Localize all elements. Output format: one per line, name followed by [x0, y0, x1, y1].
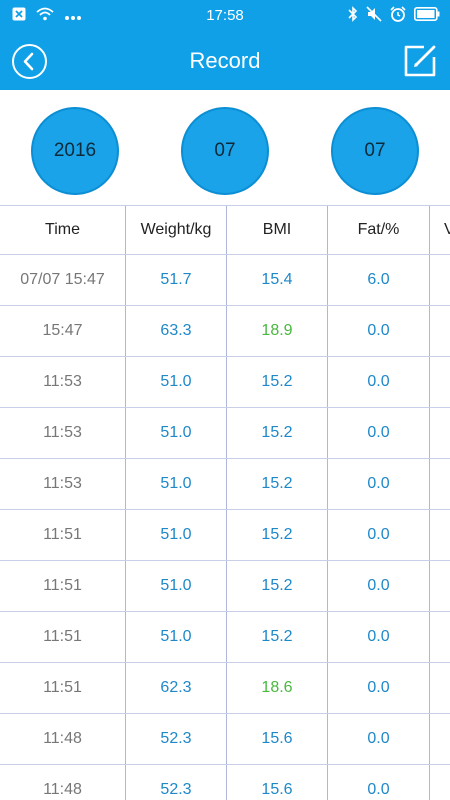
cell-extra: [430, 612, 450, 662]
table-row[interactable]: 11:48 52.3 15.6 0.0: [0, 714, 450, 765]
column-header-weight: Weight/kg: [126, 206, 227, 254]
cell-time: 11:51: [0, 510, 126, 560]
page-title: Record: [189, 48, 261, 73]
cell-weight: 51.7: [126, 255, 227, 305]
cell-weight: 51.0: [126, 612, 227, 662]
table-row[interactable]: 15:47 63.3 18.9 0.0: [0, 306, 450, 357]
table-row[interactable]: 11:51 51.0 15.2 0.0: [0, 561, 450, 612]
date-selector: 2016 07 07: [0, 90, 450, 205]
cell-bmi: 18.9: [227, 306, 328, 356]
cell-weight: 52.3: [126, 765, 227, 800]
cell-extra: [430, 306, 450, 356]
cell-fat: 0.0: [328, 459, 430, 509]
cell-bmi: 15.2: [227, 459, 328, 509]
cell-weight: 62.3: [126, 663, 227, 713]
cell-time: 11:48: [0, 765, 126, 800]
month-selector[interactable]: 07: [181, 107, 269, 195]
cell-fat: 0.0: [328, 714, 430, 764]
cell-extra: [430, 255, 450, 305]
column-header-fat: Fat/%: [328, 206, 430, 254]
cell-time: 11:53: [0, 408, 126, 458]
battery-icon: [414, 7, 440, 25]
table-row[interactable]: 07/07 15:47 51.7 15.4 6.0: [0, 255, 450, 306]
cell-extra: [430, 561, 450, 611]
cell-bmi: 15.2: [227, 612, 328, 662]
cell-weight: 51.0: [126, 408, 227, 458]
cell-bmi: 18.6: [227, 663, 328, 713]
table-row[interactable]: 11:51 51.0 15.2 0.0: [0, 510, 450, 561]
cell-weight: 63.3: [126, 306, 227, 356]
cell-time: 11:51: [0, 663, 126, 713]
cell-weight: 51.0: [126, 561, 227, 611]
cell-bmi: 15.2: [227, 408, 328, 458]
cell-bmi: 15.2: [227, 510, 328, 560]
cell-fat: 0.0: [328, 306, 430, 356]
cell-time: 11:53: [0, 357, 126, 407]
day-selector[interactable]: 07: [331, 107, 419, 195]
bluetooth-icon: [348, 6, 358, 26]
cell-fat: 0.0: [328, 561, 430, 611]
cell-time: 11:48: [0, 714, 126, 764]
cell-fat: 0.0: [328, 408, 430, 458]
cell-time: 15:47: [0, 306, 126, 356]
cell-weight: 51.0: [126, 357, 227, 407]
app-header: Record: [0, 32, 450, 90]
cell-fat: 0.0: [328, 612, 430, 662]
cell-weight: 52.3: [126, 714, 227, 764]
column-header-time: Time: [0, 206, 126, 254]
column-header-bmi: BMI: [227, 206, 328, 254]
cell-time: 11:51: [0, 612, 126, 662]
cell-bmi: 15.6: [227, 765, 328, 800]
edit-button[interactable]: [402, 43, 438, 79]
status-right-icons: [348, 6, 440, 26]
cell-time: 11:51: [0, 561, 126, 611]
cell-weight: 51.0: [126, 459, 227, 509]
table-row[interactable]: 11:53 51.0 15.2 0.0: [0, 459, 450, 510]
cell-extra: [430, 408, 450, 458]
cell-weight: 51.0: [126, 510, 227, 560]
cell-bmi: 15.6: [227, 714, 328, 764]
alarm-icon: [390, 6, 406, 26]
cell-extra: [430, 765, 450, 800]
record-table[interactable]: Time Weight/kg BMI Fat/% V 07/07 15:47 51…: [0, 205, 450, 800]
cell-time: 07/07 15:47: [0, 255, 126, 305]
cell-extra: [430, 714, 450, 764]
cell-fat: 6.0: [328, 255, 430, 305]
edit-icon: [404, 45, 436, 77]
status-bar: 17:58: [0, 0, 450, 32]
cell-fat: 0.0: [328, 510, 430, 560]
cell-bmi: 15.2: [227, 561, 328, 611]
cell-extra: [430, 510, 450, 560]
table-row[interactable]: 11:48 52.3 15.6 0.0: [0, 765, 450, 800]
cell-time: 11:53: [0, 459, 126, 509]
cell-fat: 0.0: [328, 663, 430, 713]
cell-extra: [430, 459, 450, 509]
column-header-extra: V: [444, 221, 450, 238]
cell-extra: [430, 357, 450, 407]
table-row[interactable]: 11:53 51.0 15.2 0.0: [0, 357, 450, 408]
table-row[interactable]: 11:51 62.3 18.6 0.0: [0, 663, 450, 714]
table-header: Time Weight/kg BMI Fat/% V: [0, 205, 450, 255]
cell-extra: [430, 663, 450, 713]
cell-fat: 0.0: [328, 765, 430, 800]
mute-icon: [366, 6, 382, 26]
table-row[interactable]: 11:53 51.0 15.2 0.0: [0, 408, 450, 459]
cell-bmi: 15.4: [227, 255, 328, 305]
cell-bmi: 15.2: [227, 357, 328, 407]
table-row[interactable]: 11:51 51.0 15.2 0.0: [0, 612, 450, 663]
cell-fat: 0.0: [328, 357, 430, 407]
year-selector[interactable]: 2016: [31, 107, 119, 195]
